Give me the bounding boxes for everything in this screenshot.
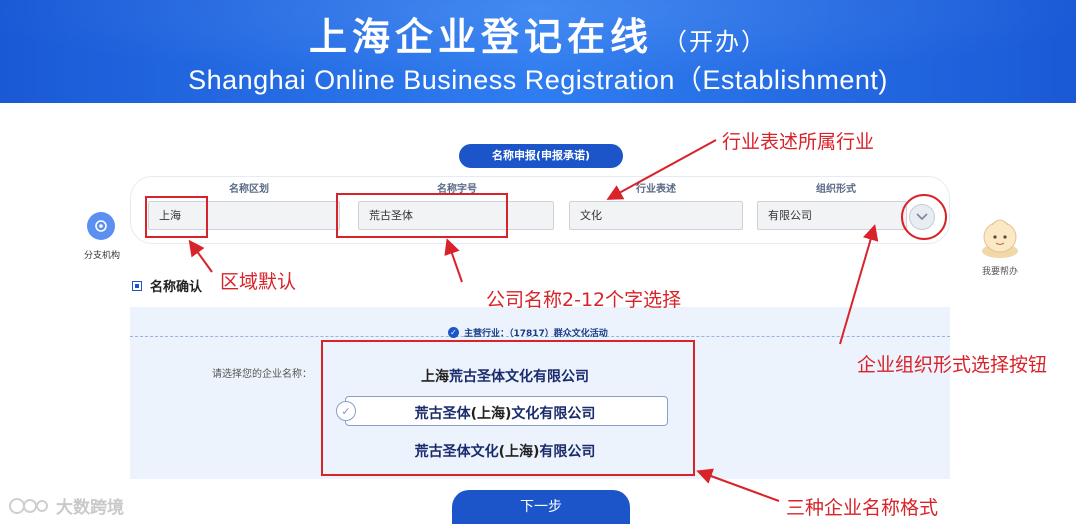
branch-org-button[interactable] bbox=[87, 212, 115, 240]
brand-highlight-box bbox=[336, 193, 508, 238]
tab-name-application[interactable]: 名称申报(申报承诺) bbox=[459, 144, 623, 168]
annotation-industry: 行业表述所属行业 bbox=[722, 131, 875, 153]
region-label: 名称区划 bbox=[229, 184, 269, 195]
annotation-org-form: 企业组织形式选择按钮 bbox=[857, 354, 1048, 376]
helper-mascot-icon[interactable] bbox=[978, 213, 1022, 259]
watermark: 大数跨境 bbox=[8, 493, 124, 518]
annotation-name-length: 公司名称2-12个字选择 bbox=[486, 289, 682, 311]
options-highlight-box bbox=[321, 340, 695, 476]
org-form-label: 组织形式 bbox=[816, 184, 856, 195]
page-title-english: Shanghai Online Business Registration（Es… bbox=[188, 65, 888, 95]
arrow-to-brand bbox=[444, 238, 463, 283]
watermark-logo-icon bbox=[9, 497, 48, 514]
next-step-button[interactable]: 下一步 bbox=[452, 490, 630, 524]
section-title: 名称确认 bbox=[132, 276, 202, 295]
page-title-suffix: （开办） bbox=[663, 28, 767, 56]
main-industry-info: ✓ 主营行业：（17817）群众文化活动 bbox=[448, 326, 608, 339]
page-title: 上海企业登记在线 （开办） bbox=[308, 15, 767, 59]
section-marker-icon bbox=[132, 280, 142, 291]
check-icon: ✓ bbox=[448, 327, 459, 338]
industry-field[interactable]: 文化 bbox=[569, 201, 743, 230]
industry-label: 行业表述 bbox=[636, 184, 676, 195]
helper-label: 我要帮办 bbox=[981, 267, 1018, 277]
gear-icon bbox=[95, 220, 107, 232]
org-button-highlight-circle bbox=[901, 194, 947, 240]
annotation-region: 区域默认 bbox=[220, 271, 297, 293]
page-header: 上海企业登记在线 （开办） Shanghai Online Business Re… bbox=[0, 0, 1076, 103]
region-highlight-box bbox=[145, 196, 208, 238]
arrow-to-region bbox=[188, 239, 213, 273]
branch-org-label: 分支机构 bbox=[83, 251, 120, 261]
select-name-prompt: 请选择您的企业名称： bbox=[212, 369, 312, 380]
annotation-name-formats: 三种企业名称格式 bbox=[786, 497, 939, 519]
org-form-field[interactable]: 有限公司 bbox=[757, 201, 907, 230]
